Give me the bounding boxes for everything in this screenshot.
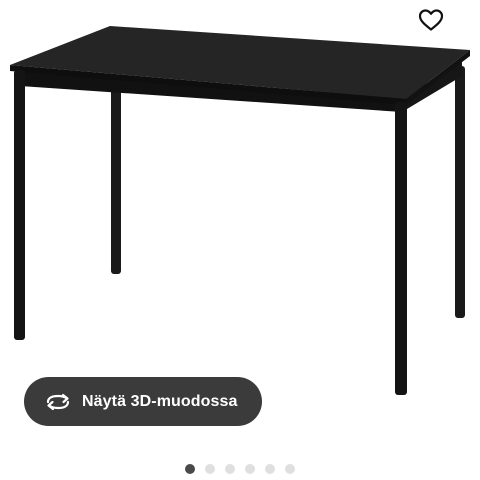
view-3d-label: Näytä 3D-muodossa (82, 392, 238, 410)
table-leg-back-left (111, 88, 121, 274)
carousel-dot-3[interactable] (225, 464, 235, 474)
carousel-pagination (0, 462, 480, 476)
table-leg-front-left (14, 70, 25, 340)
product-image[interactable] (0, 0, 480, 440)
product-gallery: Näytä 3D-muodossa (0, 0, 480, 480)
table-leg-back-right (455, 66, 465, 318)
carousel-dot-4[interactable] (245, 464, 255, 474)
rotate-arrows-icon (44, 388, 72, 416)
carousel-dot-5[interactable] (265, 464, 275, 474)
table-leg-front-right (395, 102, 407, 395)
view-3d-button[interactable]: Näytä 3D-muodossa (24, 377, 262, 426)
carousel-dot-1[interactable] (185, 464, 195, 474)
heart-outline-icon (418, 9, 444, 31)
carousel-dot-2[interactable] (205, 464, 215, 474)
favorite-button[interactable] (415, 4, 447, 36)
carousel-dot-6[interactable] (285, 464, 295, 474)
